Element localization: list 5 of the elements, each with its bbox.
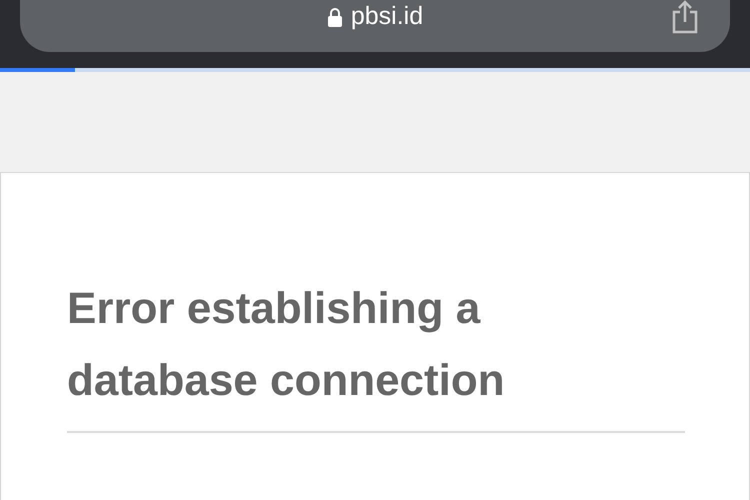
- share-icon[interactable]: [670, 0, 700, 34]
- url-text: pbsi.id: [350, 2, 424, 31]
- lock-icon: [326, 6, 343, 26]
- address-bar[interactable]: pbsi.id: [20, 0, 730, 52]
- error-heading: Error establishing a database connection: [67, 283, 506, 407]
